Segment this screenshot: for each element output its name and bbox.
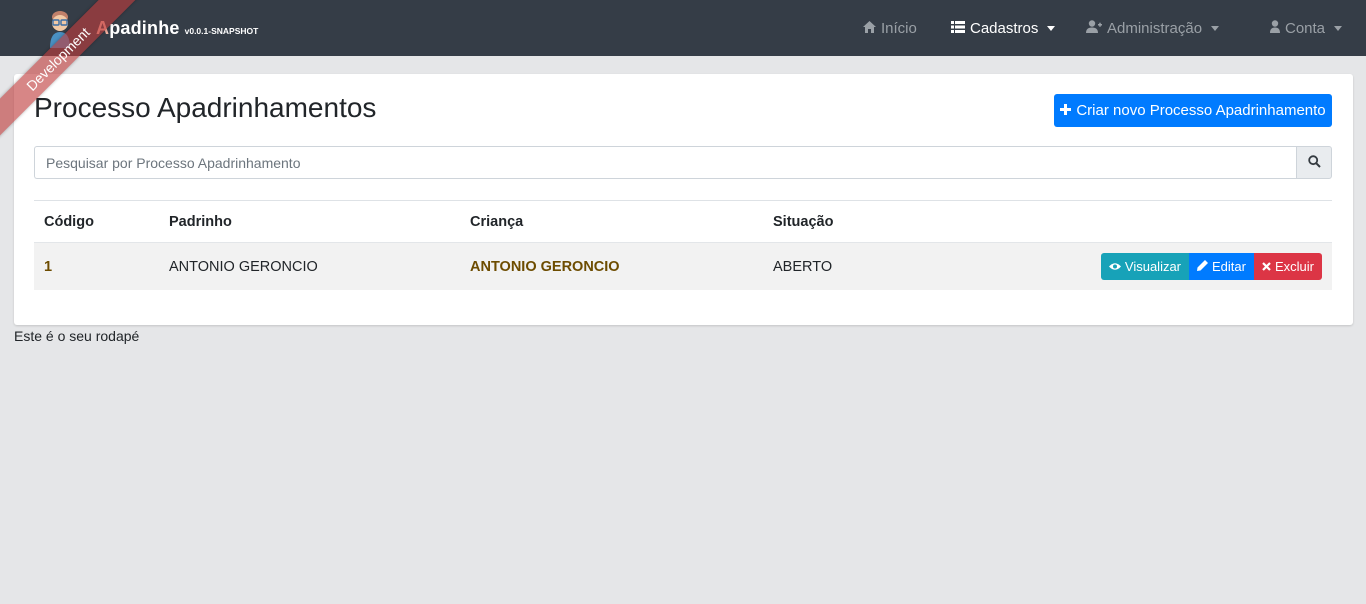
table-header: Código Padrinho Criança Situação xyxy=(34,201,1332,243)
process-table: Código Padrinho Criança Situação 1 ANTON… xyxy=(34,200,1332,290)
nav-administracao[interactable]: Administração xyxy=(1086,0,1220,56)
home-icon xyxy=(863,20,876,37)
edit-button-label: Editar xyxy=(1212,259,1246,274)
plus-icon xyxy=(1060,102,1072,119)
table-row: 1 ANTONIO GERONCIO ANTONIO GERONCIO ABER… xyxy=(34,243,1332,290)
brand-link[interactable]: Apadinhe v0.0.1-SNAPSHOT xyxy=(46,6,258,50)
view-button[interactable]: Visualizar xyxy=(1100,253,1190,280)
brand-name: Apadinhe xyxy=(96,17,180,38)
crianca-link[interactable]: ANTONIO GERONCIO xyxy=(470,259,620,275)
situacao-cell: ABERTO xyxy=(773,258,833,275)
search-icon xyxy=(1307,154,1321,171)
pencil-icon xyxy=(1197,259,1209,274)
search-group xyxy=(34,146,1332,179)
avatar-logo-icon xyxy=(46,8,74,48)
view-button-label: Visualizar xyxy=(1124,259,1182,274)
chevron-down-icon xyxy=(1334,25,1343,31)
navbar: Apadinhe v0.0.1-SNAPSHOT Início Cadastro… xyxy=(0,0,1366,56)
header-situacao: Situação xyxy=(773,213,834,230)
delete-button-label: Excluir xyxy=(1274,259,1314,274)
codigo-link[interactable]: 1 xyxy=(44,259,52,275)
edit-button[interactable]: Editar xyxy=(1189,253,1254,280)
header-codigo: Código xyxy=(44,213,94,230)
chevron-down-icon xyxy=(1047,25,1056,31)
row-actions: Visualizar Editar Excluir xyxy=(1100,253,1322,280)
content-card: Processo Apadrinhamentos Criar novo Proc… xyxy=(14,74,1353,325)
nav-cadastros-label: Cadastros xyxy=(970,19,1039,37)
header-padrinho: Padrinho xyxy=(169,213,232,230)
list-icon xyxy=(951,20,965,37)
chevron-down-icon xyxy=(1211,25,1220,31)
nav-cadastros[interactable]: Cadastros xyxy=(951,0,1056,56)
header-crianca: Criança xyxy=(470,213,524,230)
user-icon xyxy=(1270,19,1280,37)
page-title: Processo Apadrinhamentos xyxy=(34,92,377,123)
search-input[interactable] xyxy=(34,146,1296,179)
delete-button[interactable]: Excluir xyxy=(1253,253,1322,280)
version-label: v0.0.1-SNAPSHOT xyxy=(184,25,259,36)
nav-home-label: Início xyxy=(881,19,917,37)
footer-text: Este é o seu rodapé xyxy=(14,328,140,344)
search-button[interactable] xyxy=(1296,146,1332,179)
nav-conta-label: Conta xyxy=(1285,19,1326,37)
close-icon xyxy=(1262,259,1271,274)
nav-conta[interactable]: Conta xyxy=(1270,0,1343,56)
create-button-label: Criar novo Processo Apadrinhamento xyxy=(1076,102,1326,119)
eye-icon xyxy=(1108,259,1121,274)
nav-administracao-label: Administração xyxy=(1107,19,1203,37)
padrinho-cell: ANTONIO GERONCIO xyxy=(169,258,318,275)
create-button[interactable]: Criar novo Processo Apadrinhamento xyxy=(1054,94,1332,127)
nav-home[interactable]: Início xyxy=(863,0,917,56)
user-plus-icon xyxy=(1086,19,1102,37)
